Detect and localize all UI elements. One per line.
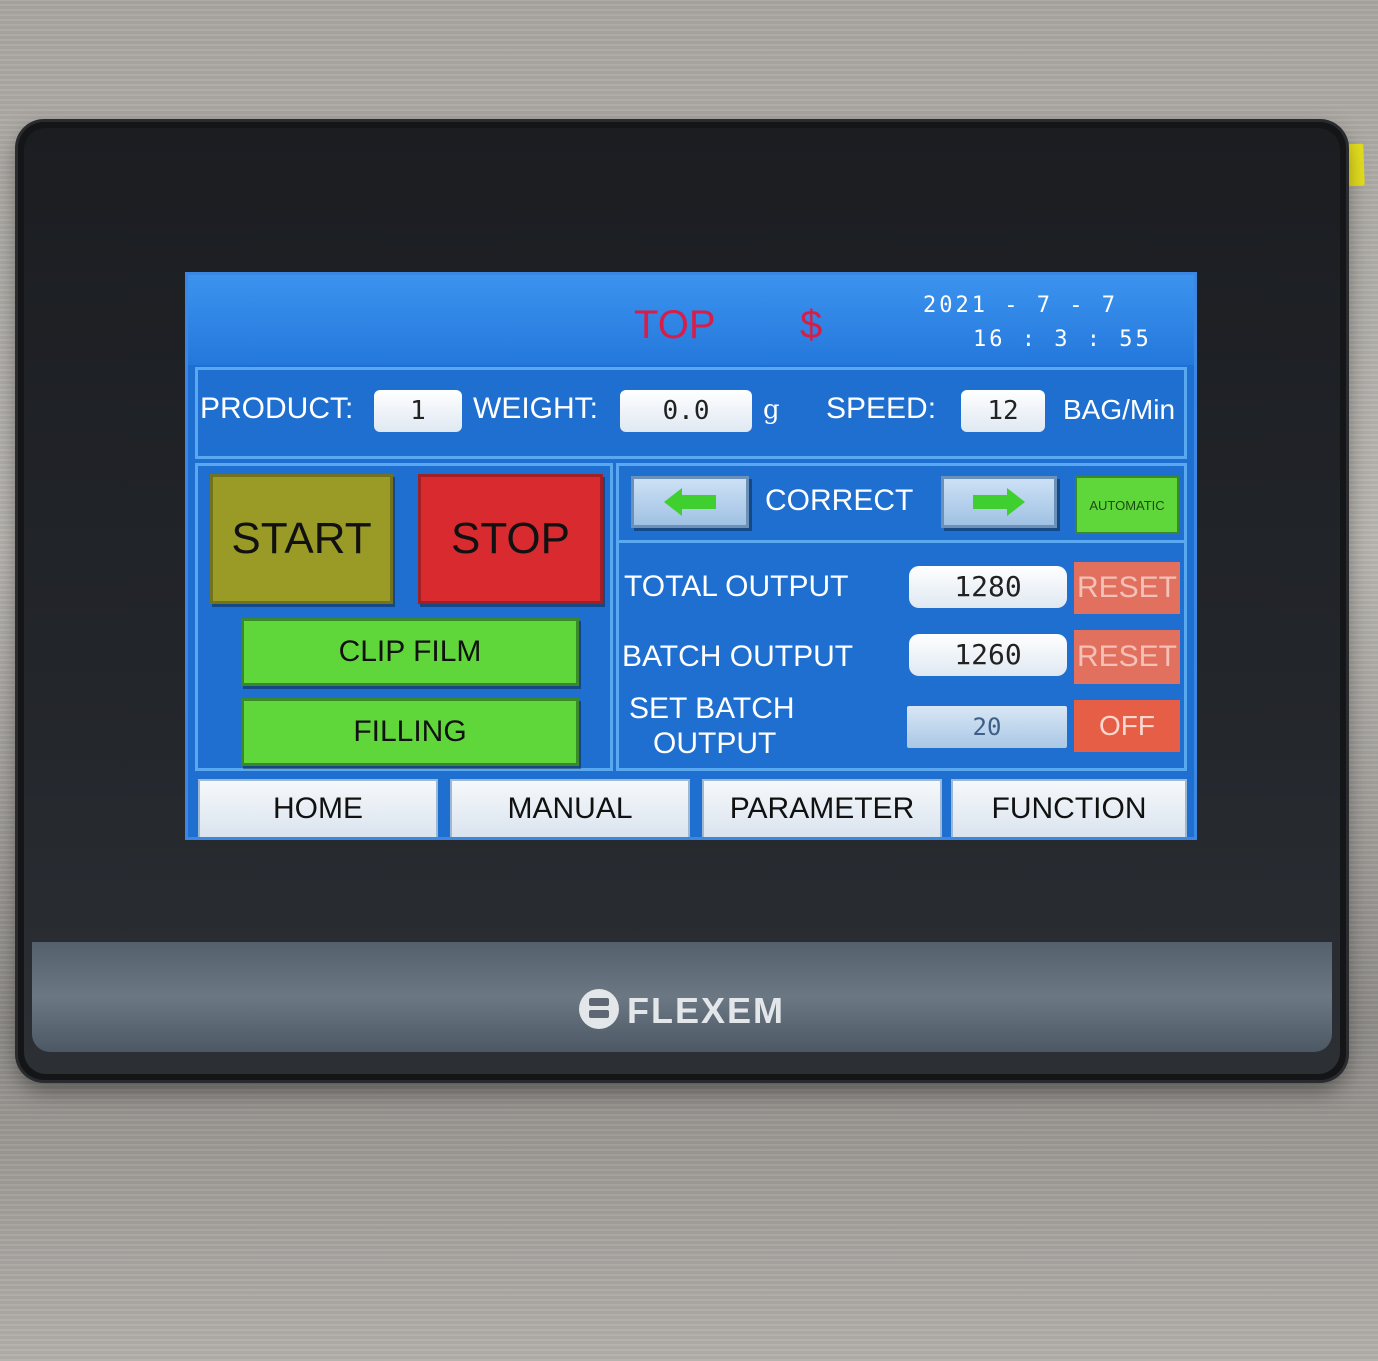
clip-film-button[interactable]: CLIP FILM bbox=[241, 618, 579, 686]
operation-panel: START STOP CLIP FILM FILLING bbox=[195, 463, 613, 771]
arrow-left-icon bbox=[664, 488, 716, 516]
total-output-field: 1280 bbox=[909, 566, 1067, 608]
total-output-reset-button[interactable]: RESET bbox=[1074, 562, 1180, 614]
product-field[interactable]: 1 bbox=[374, 390, 462, 432]
hmi-screen: TOP $ 2021 - 7 - 7 16 : 3 : 55 PRODUCT: … bbox=[185, 272, 1197, 840]
batch-output-label: BATCH OUTPUT bbox=[622, 640, 854, 673]
batch-output-field: 1260 bbox=[909, 634, 1067, 676]
date-display: 2021 - 7 - 7 bbox=[923, 293, 1118, 318]
brand-name: FLEXEM bbox=[626, 990, 785, 1031]
correct-right-button[interactable] bbox=[941, 476, 1057, 528]
nav-home-button[interactable]: HOME bbox=[198, 779, 438, 837]
set-batch-output-field[interactable]: 20 bbox=[907, 706, 1067, 748]
nav-manual-button[interactable]: MANUAL bbox=[450, 779, 690, 837]
screen-title: TOP bbox=[634, 303, 716, 347]
filling-button[interactable]: FILLING bbox=[241, 698, 579, 766]
speed-field[interactable]: 12 bbox=[961, 390, 1045, 432]
bottom-nav: HOME MANUAL PARAMETER FUNCTION bbox=[188, 775, 1194, 837]
weight-label: WEIGHT: bbox=[473, 392, 598, 425]
flexem-logo-icon bbox=[578, 989, 619, 1030]
batch-off-button[interactable]: OFF bbox=[1074, 700, 1180, 752]
automatic-button[interactable]: AUTOMATIC bbox=[1075, 476, 1179, 534]
nav-function-button[interactable]: FUNCTION bbox=[951, 779, 1187, 837]
brand-logo: FLEXEM bbox=[18, 989, 1346, 1033]
weight-unit: g bbox=[763, 395, 780, 425]
batch-output-reset-button[interactable]: RESET bbox=[1074, 630, 1180, 684]
arrow-right-icon bbox=[973, 488, 1025, 516]
title-bar: TOP $ 2021 - 7 - 7 16 : 3 : 55 bbox=[188, 275, 1194, 365]
total-output-label: TOTAL OUTPUT bbox=[624, 570, 849, 603]
stop-button[interactable]: STOP bbox=[418, 474, 603, 604]
correct-left-button[interactable] bbox=[631, 476, 749, 528]
nav-parameter-button[interactable]: PARAMETER bbox=[702, 779, 942, 837]
weight-field[interactable]: 0.0 bbox=[620, 390, 752, 432]
counter-panel: CORRECT AUTOMATIC TOTAL OUTPUT 1280 RESE… bbox=[616, 463, 1187, 771]
set-batch-label-line1: SET BATCH bbox=[629, 692, 795, 725]
time-display: 16 : 3 : 55 bbox=[973, 327, 1152, 352]
screen-title-symbol: $ bbox=[800, 303, 823, 347]
speed-unit: BAG/Min bbox=[1063, 394, 1176, 425]
product-label: PRODUCT: bbox=[200, 392, 354, 425]
info-bar: PRODUCT: 1 WEIGHT: 0.0 g SPEED: 12 BAG/M… bbox=[195, 367, 1187, 459]
speed-label: SPEED: bbox=[826, 392, 937, 425]
start-button[interactable]: START bbox=[210, 474, 393, 604]
correct-label: CORRECT bbox=[765, 484, 914, 517]
set-batch-label-line2: OUTPUT bbox=[653, 727, 777, 760]
panel-divider bbox=[619, 540, 1184, 543]
